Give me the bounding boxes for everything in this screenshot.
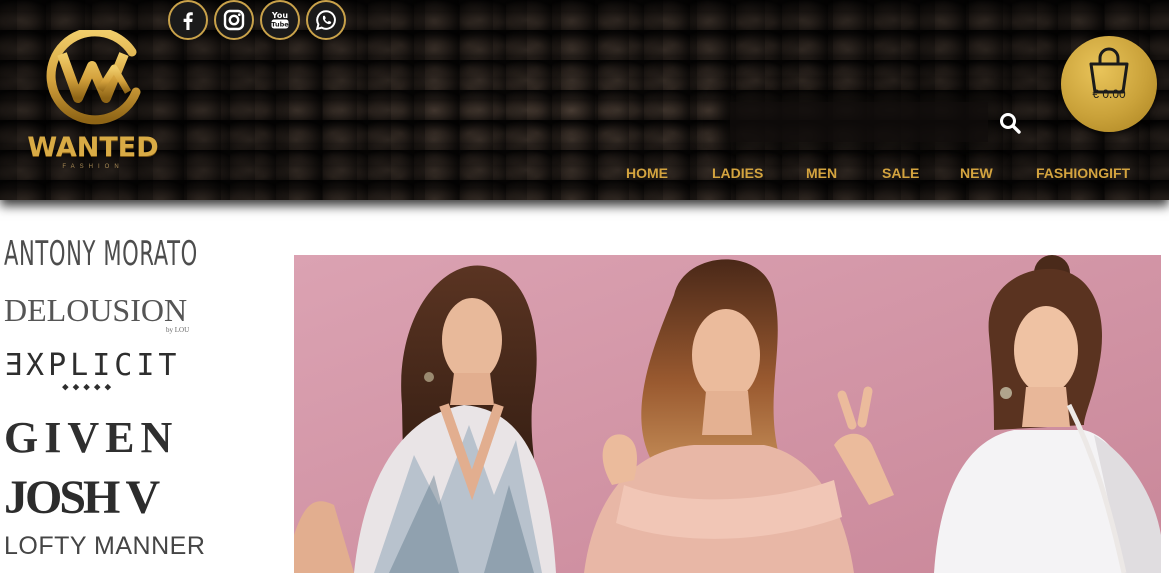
- brand-explicit[interactable]: ƎXPLICIT ◆◆◆◆◆: [4, 348, 181, 393]
- hero-banner-image: [294, 255, 1161, 573]
- search-icon[interactable]: [996, 109, 1024, 137]
- social-links: You Tube: [168, 0, 346, 40]
- facebook-icon[interactable]: [168, 0, 208, 40]
- brand-delousion-by: by LOU: [166, 326, 190, 334]
- nav-new[interactable]: NEW: [960, 160, 993, 186]
- search-bar: [730, 102, 1028, 142]
- nav-ladies[interactable]: LADIES: [712, 160, 763, 186]
- svg-text:Tube: Tube: [271, 21, 289, 29]
- brand-given[interactable]: GIVEN: [4, 412, 178, 463]
- whatsapp-icon[interactable]: [306, 0, 346, 40]
- brand-delousion-label: DELOUSION: [4, 292, 188, 328]
- nav-men[interactable]: MEN: [806, 160, 837, 186]
- brand-explicit-diamonds: ◆◆◆◆◆: [62, 380, 116, 393]
- brand-antony-morato[interactable]: ANTONY MORATO: [4, 234, 209, 274]
- brand-lofty-manner[interactable]: LOFTY MANNER: [4, 532, 205, 561]
- youtube-icon[interactable]: You Tube: [260, 0, 300, 40]
- search-input[interactable]: [730, 102, 988, 142]
- shopping-cart-button[interactable]: € 0.00: [1061, 36, 1157, 132]
- nav-home[interactable]: HOME: [626, 160, 668, 186]
- cart-total: € 0.00: [1092, 87, 1126, 101]
- brand-josh-v[interactable]: JOSH V: [4, 470, 160, 525]
- instagram-icon[interactable]: [214, 0, 254, 40]
- svg-text:You: You: [271, 11, 289, 20]
- nav-sale[interactable]: SALE: [882, 160, 919, 186]
- site-logo[interactable]: WANTED FASHION: [22, 30, 164, 175]
- brand-delousion[interactable]: DELOUSION by LOU: [4, 292, 189, 334]
- logo-wordmark: WANTED: [27, 132, 159, 163]
- brand-explicit-label: ƎXPLICIT: [4, 348, 181, 383]
- hero-banner[interactable]: [294, 255, 1161, 573]
- page: You Tube WANTED FASHION € 0.00 HOME LADI…: [0, 0, 1169, 573]
- main-nav: HOME LADIES MEN SALE NEW FASHIONGIFT: [0, 160, 1169, 186]
- site-header: You Tube WANTED FASHION € 0.00 HOME LADI…: [0, 0, 1169, 200]
- logo-emblem: [46, 30, 141, 125]
- nav-fashiongift[interactable]: FASHIONGIFT: [1036, 160, 1130, 186]
